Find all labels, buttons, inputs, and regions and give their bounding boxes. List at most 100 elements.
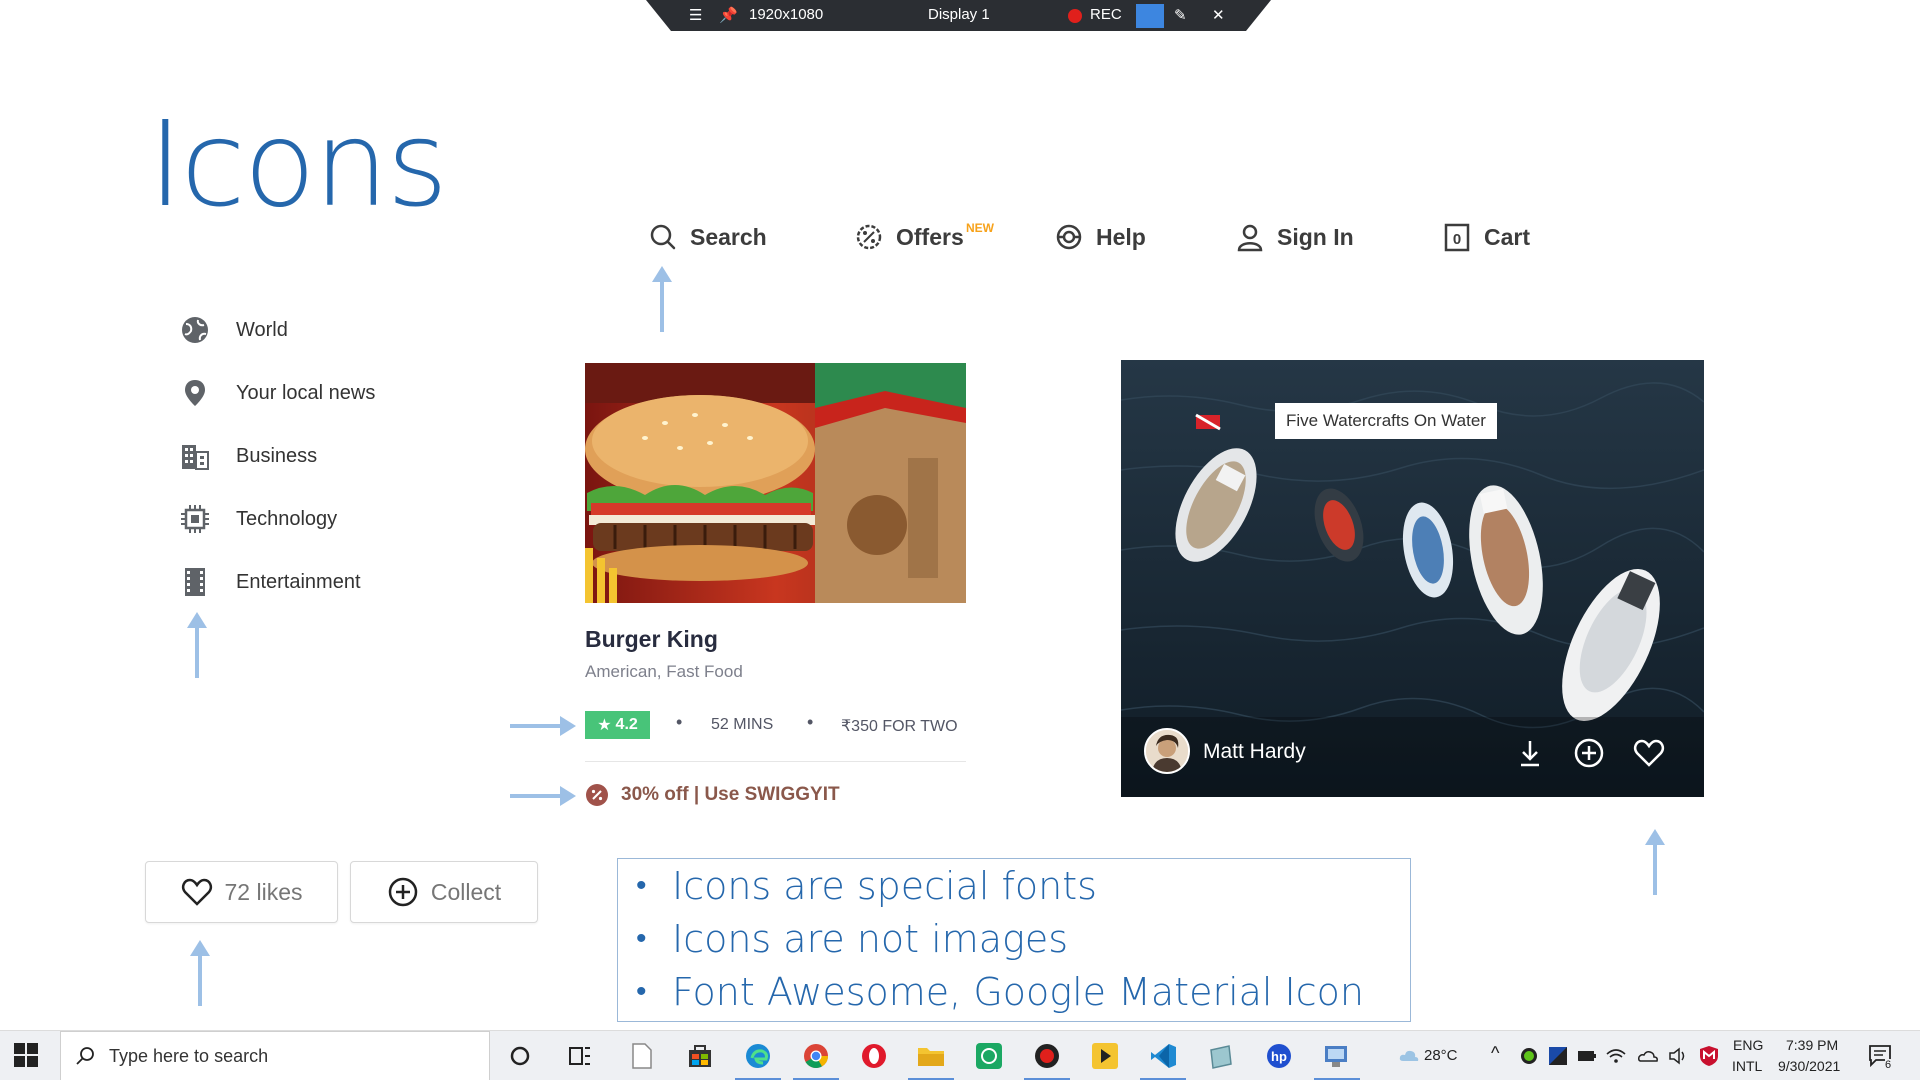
restaurant-image[interactable] <box>585 363 966 603</box>
sidebar-item-label: World <box>236 318 288 341</box>
cart-icon: 0 <box>1444 223 1470 252</box>
collect-button[interactable]: Collect <box>350 861 538 923</box>
remote-desktop-icon[interactable] <box>1314 1039 1360 1080</box>
bullet-marker: • <box>636 921 647 956</box>
app-window-icon[interactable] <box>1204 1039 1238 1073</box>
nav-offers[interactable]: Offers <box>854 222 964 252</box>
sidebar-item-entertainment[interactable]: Entertainment <box>180 567 361 597</box>
offer-text: 30% off | Use SWIGGYIT <box>621 784 840 805</box>
file-explorer-icon[interactable] <box>908 1039 954 1080</box>
add-collection-icon[interactable] <box>1573 737 1605 769</box>
nav-search[interactable]: Search <box>648 222 767 252</box>
task-view-icon[interactable] <box>563 1039 597 1073</box>
up-arrow-icon <box>1645 829 1665 895</box>
screenshot-icon[interactable] <box>1136 4 1164 28</box>
restaurant-name[interactable]: Burger King <box>585 626 718 653</box>
kmplayer-icon[interactable] <box>1088 1039 1122 1073</box>
user-icon <box>1237 224 1263 252</box>
battery-icon[interactable] <box>1576 1045 1598 1067</box>
nav-help-label: Help <box>1096 223 1146 250</box>
sidebar-item-local-news[interactable]: Your local news <box>180 378 375 408</box>
sidebar-item-label: Technology <box>236 507 338 530</box>
location-pin-icon <box>185 380 205 406</box>
nav-cart[interactable]: 0 Cart <box>1442 222 1530 252</box>
language-label[interactable]: ENG <box>1733 1037 1763 1053</box>
chrome-icon[interactable] <box>793 1039 839 1080</box>
building-icon <box>182 445 209 470</box>
clock-date[interactable]: 9/30/2021 <box>1778 1058 1840 1074</box>
taskbar-search-input[interactable]: Type here to search <box>60 1031 490 1080</box>
whatsapp-icon[interactable] <box>972 1039 1006 1073</box>
volume-icon[interactable] <box>1667 1045 1689 1067</box>
rec-label[interactable]: REC <box>1090 6 1122 23</box>
app-tray-icon[interactable] <box>1547 1045 1569 1067</box>
separator-dot: • <box>807 712 814 732</box>
rating-value: 4.2 <box>615 716 638 733</box>
record-dot-icon <box>1068 9 1082 23</box>
notification-count: 6 <box>1885 1059 1892 1071</box>
search-icon <box>650 224 676 250</box>
mcafee-shield-icon[interactable] <box>1698 1045 1720 1067</box>
onedrive-icon[interactable] <box>1637 1045 1659 1067</box>
right-arrow-icon <box>510 786 576 806</box>
globe-icon <box>182 317 208 343</box>
bullet-text: Icons are special fonts <box>672 863 1097 908</box>
cart-count: 0 <box>1453 231 1461 248</box>
nav-help[interactable]: Help <box>1054 222 1146 252</box>
taskbar-search-placeholder: Type here to search <box>109 1045 269 1066</box>
file-icon[interactable] <box>625 1039 659 1073</box>
taskbar: Type here to search hp 28°C ^ ENG INTL 7… <box>0 1030 1920 1080</box>
page-title: Icons <box>148 95 448 233</box>
add-circle-icon <box>388 877 418 907</box>
close-icon[interactable]: ✕ <box>1212 6 1225 24</box>
screen-recorder-icon[interactable] <box>1024 1039 1070 1080</box>
heart-icon[interactable] <box>1633 737 1665 769</box>
nav-sign-in[interactable]: Sign In <box>1235 222 1354 252</box>
bullet-item: • Font Awesome, Google Material Icon <box>636 965 1410 1018</box>
weather-cloud-icon[interactable] <box>1398 1045 1420 1067</box>
up-arrow-icon <box>187 612 207 678</box>
store-icon[interactable] <box>683 1039 717 1073</box>
cortana-icon[interactable] <box>503 1039 537 1073</box>
help-icon <box>1056 224 1082 250</box>
sidebar-item-label: Your local news <box>236 381 376 404</box>
film-icon <box>185 568 205 596</box>
clock-time[interactable]: 7:39 PM <box>1786 1037 1838 1053</box>
star-icon: ★ <box>597 717 612 734</box>
vscode-icon[interactable] <box>1140 1039 1186 1080</box>
green-status-icon[interactable] <box>1518 1045 1540 1067</box>
windows-start-icon[interactable] <box>14 1043 38 1067</box>
chevron-up-icon[interactable]: ^ <box>1491 1043 1499 1064</box>
collect-label: Collect <box>430 878 502 905</box>
rating-badge: ★ 4.2 <box>585 711 650 739</box>
like-button[interactable]: 72 likes <box>145 861 338 923</box>
pencil-icon[interactable]: ✎ <box>1174 6 1187 24</box>
sidebar-item-technology[interactable]: Technology <box>180 504 337 534</box>
heart-icon <box>181 878 212 906</box>
offer-row[interactable]: 30% off | Use SWIGGYIT <box>585 783 840 807</box>
sidebar-item-world[interactable]: World <box>180 315 288 345</box>
edge-icon[interactable] <box>735 1039 781 1080</box>
weather-temperature[interactable]: 28°C <box>1424 1047 1458 1064</box>
display-label: Display 1 <box>928 6 990 23</box>
bullet-text: Font Awesome, Google Material Icon <box>672 969 1364 1014</box>
hp-icon[interactable]: hp <box>1262 1039 1296 1073</box>
bullet-item: • Icons are not images <box>636 912 1410 965</box>
opera-icon[interactable] <box>857 1039 891 1073</box>
nav-offers-label: Offers <box>896 223 964 250</box>
pin-icon[interactable]: 📌 <box>719 6 738 24</box>
download-icon[interactable] <box>1514 737 1546 769</box>
bullet-item: • Icons are special fonts <box>636 859 1410 912</box>
separator-dot: • <box>676 712 683 732</box>
keyboard-layout-label[interactable]: INTL <box>1732 1058 1762 1074</box>
delivery-time: 52 MINS <box>711 716 774 733</box>
photo-author[interactable]: Matt Hardy <box>1203 740 1306 764</box>
chip-icon <box>181 505 209 533</box>
card-divider <box>585 761 966 762</box>
sidebar-item-business[interactable]: Business <box>180 441 317 471</box>
photo-caption: Five Watercrafts On Water <box>1275 403 1497 439</box>
wifi-icon[interactable] <box>1605 1045 1627 1067</box>
price-for-two: ₹350 FOR TWO <box>841 718 958 735</box>
avatar[interactable] <box>1144 728 1190 774</box>
menu-icon[interactable]: ☰ <box>689 6 702 24</box>
